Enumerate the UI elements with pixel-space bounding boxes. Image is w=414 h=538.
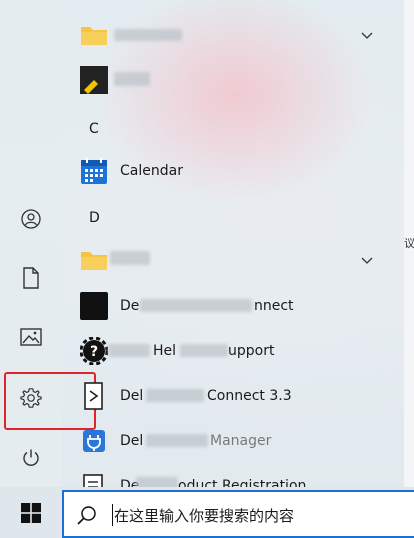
list-item-folder-2[interactable]: [70, 237, 392, 282]
app-label-tail: Connect 3.3: [207, 387, 292, 404]
redacted-label: [146, 389, 204, 402]
redacted-label: [180, 344, 228, 357]
list-item-app-d3[interactable]: Del Connect 3.3: [70, 373, 392, 418]
redacted-label: [114, 72, 150, 86]
redacted-label: [140, 299, 252, 312]
app-tile-icon: [80, 65, 108, 94]
pictures-icon: [20, 328, 42, 346]
chevron-down-icon: [361, 257, 373, 264]
list-item-app-d2[interactable]: ? Hel upport: [70, 328, 392, 373]
taskbar-search-box[interactable]: 在这里输入你要搜索的内容: [62, 490, 414, 538]
app-label: Del: [120, 432, 144, 449]
list-item-app-d4[interactable]: Del Manager: [70, 418, 392, 463]
app-label-mid: Hel: [153, 342, 177, 359]
app-tile-icon: [80, 291, 108, 320]
user-account-button[interactable]: [0, 197, 62, 241]
text-caret: [112, 504, 113, 526]
redacted-label: [108, 344, 150, 357]
list-item-app-1[interactable]: [70, 57, 392, 102]
help-gear-icon: ?: [80, 336, 108, 365]
list-item-folder-1[interactable]: [70, 12, 392, 57]
redacted-label: [110, 251, 150, 265]
pictures-button[interactable]: [0, 315, 62, 359]
app-label-tail: upport: [228, 342, 275, 359]
letter-header-d[interactable]: D: [70, 195, 392, 240]
svg-text:?: ?: [90, 344, 98, 360]
power-button[interactable]: [0, 436, 62, 480]
redacted-label: [146, 434, 208, 447]
app-label: Del: [120, 387, 144, 404]
plug-shield-icon: [80, 427, 108, 455]
calendar-icon: [80, 157, 108, 185]
app-label: De: [120, 297, 140, 314]
letter-header-c[interactable]: C: [70, 106, 392, 151]
redacted-label: [114, 29, 182, 41]
documents-button[interactable]: [0, 256, 62, 300]
chevron-down-icon: [361, 32, 373, 39]
list-item-calendar[interactable]: Calendar: [70, 148, 392, 193]
folder-icon: [80, 246, 108, 274]
user-icon: [21, 209, 41, 229]
search-icon: [77, 506, 96, 525]
app-label-tail: nnect: [254, 297, 294, 314]
app-label: Calendar: [120, 162, 183, 179]
list-item-app-d1[interactable]: De nnect: [70, 283, 392, 328]
windows-logo-icon: [21, 502, 41, 523]
folder-icon: [80, 21, 108, 49]
search-input-placeholder[interactable]: 在这里输入你要搜索的内容: [114, 505, 410, 526]
document-connect-icon: [80, 381, 108, 410]
tiles-panel-glyph: 议: [404, 237, 414, 250]
document-icon: [23, 267, 39, 289]
start-button[interactable]: [0, 487, 62, 538]
power-icon: [23, 449, 39, 466]
app-label-tail: Manager: [210, 432, 272, 449]
